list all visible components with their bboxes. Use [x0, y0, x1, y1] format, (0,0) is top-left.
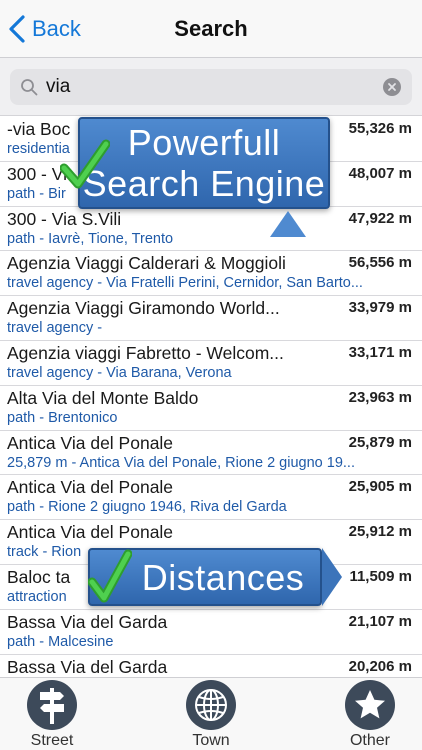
search-bar: [0, 58, 422, 116]
result-distance: 25,879 m: [348, 433, 412, 451]
star-icon: [345, 680, 395, 730]
page-title: Search: [174, 16, 248, 41]
navigation-bar: Back Search: [0, 0, 422, 58]
result-distance: 11,509 m: [349, 567, 412, 585]
callout-pointer: [322, 548, 342, 606]
result-distance: 48,007 m: [348, 164, 412, 182]
result-name: Alta Via del Monte Baldo: [7, 387, 199, 408]
result-distance: 33,979 m: [348, 299, 412, 317]
tab-label: Town: [192, 732, 230, 749]
checkmark-icon: [60, 139, 110, 189]
tab-street[interactable]: Street: [2, 680, 102, 750]
result-row[interactable]: 300 - Via S.Vili 47,922 m path - Iavrè, Ti…: [0, 207, 422, 252]
result-row[interactable]: Antica Via del Ponale 25,905 m path - Rion…: [0, 475, 422, 521]
globe-icon: [186, 680, 236, 730]
result-row[interactable]: Agenzia Viaggi Calderari & Moggioli 56,55…: [0, 251, 422, 297]
result-subtitle: travel agency - Via Fratelli Perini, Cer…: [7, 275, 363, 292]
promo-search-engine-callout: Powerfull Search Engine: [78, 117, 330, 237]
result-row[interactable]: Alta Via del Monte Baldo 23,963 m path - B…: [0, 386, 422, 431]
result-name: Agenzia viaggi Fabretto - Welcom...: [7, 342, 284, 363]
result-row[interactable]: Antica Via del Ponale 25,879 m 25,879 m - …: [0, 431, 422, 476]
result-row[interactable]: Agenzia Viaggi Giramondo World... 33,979 …: [0, 296, 422, 341]
result-name: Agenzia Viaggi Giramondo World...: [7, 298, 280, 319]
result-row[interactable]: Agenzia viaggi Fabretto - Welcom... 33,17…: [0, 341, 422, 386]
result-distance: 55,326 m: [348, 120, 412, 137]
signpost-icon: [27, 680, 77, 730]
result-name: Bassa Via del Garda: [7, 611, 168, 632]
result-distance: 33,171 m: [348, 343, 412, 361]
tab-label: Other: [349, 732, 390, 749]
result-subtitle: path - Brentonico: [7, 409, 118, 426]
result-subtitle: 25,879 m - Antica Via del Ponale, Rione …: [7, 454, 355, 471]
result-row[interactable]: Bassa Via del Garda 21,107 m path - Malces…: [0, 610, 422, 655]
result-distance: 25,912 m: [348, 523, 412, 541]
search-field[interactable]: [10, 69, 412, 105]
callout-pointer: [270, 211, 306, 237]
result-distance: 25,905 m: [348, 478, 412, 496]
result-name: Agenzia Viaggi Calderari & Moggioli: [7, 253, 286, 274]
result-row[interactable]: Bassa Via del Garda 20,206 m: [0, 655, 422, 677]
result-subtitle: travel agency -: [7, 320, 103, 337]
checkmark-icon: [88, 549, 132, 603]
result-subtitle: path - Malcesine: [7, 633, 114, 650]
tab-other[interactable]: Other: [320, 680, 420, 750]
promo-distances-label: Distances: [141, 557, 305, 598]
result-subtitle: travel agency - Via Barana, Verona: [7, 364, 232, 381]
result-distance: 23,963 m: [348, 388, 412, 406]
search-input[interactable]: [46, 73, 376, 101]
result-distance: 20,206 m: [348, 657, 412, 675]
promo-search-line1: Powerfull: [127, 122, 281, 163]
result-distance: 56,556 m: [348, 254, 412, 272]
result-subtitle: path - Iavrè, Tione, Trento: [7, 230, 174, 247]
clear-search-button[interactable]: [383, 78, 401, 96]
tab-town[interactable]: Town: [161, 680, 261, 750]
result-distance: 21,107 m: [348, 612, 412, 630]
result-name: Bassa Via del Garda: [7, 656, 168, 677]
clear-icon: [388, 83, 396, 91]
search-icon: [21, 79, 38, 96]
promo-search-line2: Search Engine: [82, 163, 326, 204]
result-name: Antica Via del Ponale: [7, 522, 174, 543]
tab-bar: Street Town Other: [0, 677, 422, 750]
result-name: Antica Via del Ponale: [7, 432, 174, 453]
result-distance: 47,922 m: [348, 209, 412, 227]
result-subtitle: path - Rione 2 giugno 1946, Riva del Gar…: [7, 499, 287, 516]
result-name: Antica Via del Ponale: [7, 477, 174, 498]
tab-label: Street: [30, 732, 74, 749]
